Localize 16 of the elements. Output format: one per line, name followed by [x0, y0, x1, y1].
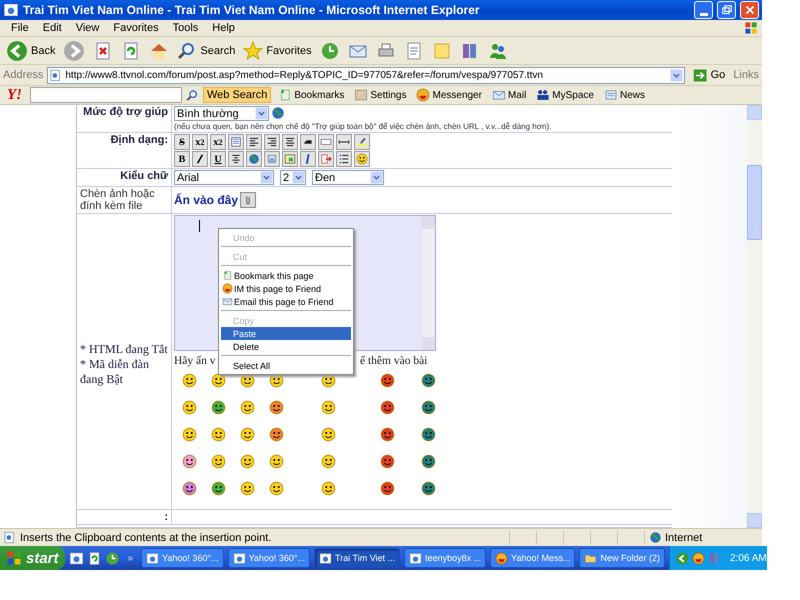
window-title: Trai Tim Viet Nam Online - Trai Tim Viet Nam Online - Microsoft Internet Explorer [23, 3, 481, 17]
field-label: Kiểu chữ [119, 170, 168, 182]
field-label: Mức độ trợ giúp [82, 106, 168, 118]
field-label: Định dạng: [110, 134, 168, 146]
zone-label: Internet [665, 532, 702, 544]
field-label: Chèn ảnh hoặc đính kèm file [80, 188, 156, 212]
field-label: : [164, 511, 168, 523]
status-text: Inserts the Clipboard contents at the insertion point. [20, 532, 272, 544]
smiley-hint: ể thêm vào bài [360, 355, 428, 367]
editor-status-note: * HTML đang Tắt [80, 342, 168, 357]
clock: 2:06 AM [730, 552, 767, 564]
url-text: http://www8.ttvnol.com/forum/post.asp?method=Reply&TOPIC_ID=977057&refer=/forum/vespa/977057.ttvn [65, 70, 544, 80]
help-note: (nếu chưa quen, bạn nên chọn chế độ "Trợ giúp toàn bộ" để việc chèn ảnh, chèn URL , v.v...dễ dàng hơn). [174, 122, 552, 131]
smiley-hint: Hãy ấn v [174, 355, 216, 367]
editor-status-note: * Mã diễn đàn đang Bật [80, 357, 150, 387]
address-label: Address [3, 69, 44, 81]
